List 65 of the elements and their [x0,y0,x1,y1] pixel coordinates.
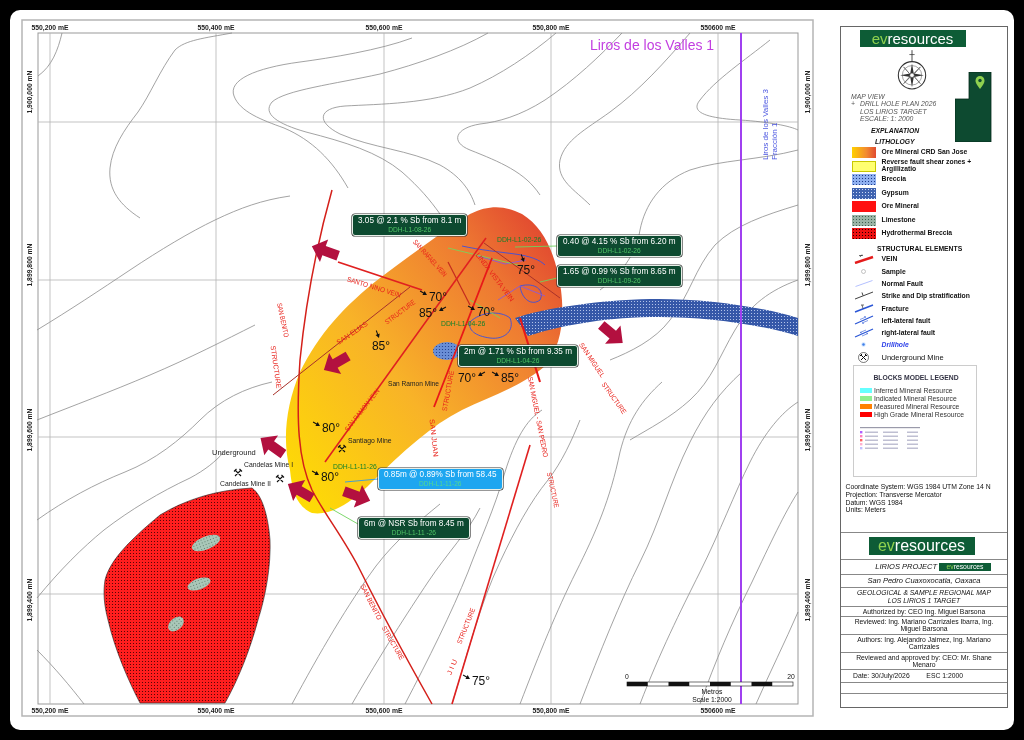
claim-label: Fracción 1 [770,122,779,160]
assay-result: 2m @ 1.71 % Sb from 9.35 m [464,347,572,357]
lithology-swatch [851,201,876,213]
limestone-patch [187,577,211,591]
lithology-swatch [851,160,876,172]
company-logo: evresources [859,29,966,47]
company-logo: evresources [868,536,975,555]
limestone-patch [191,534,221,552]
dip-arrow-icon [311,470,319,475]
strike-dip-icon [853,291,874,301]
assay-result: 6m @ NSR Sb from 8.45 m [364,519,464,529]
dip-arrow-icon [467,305,475,310]
crossed-hammers-icon [233,468,243,477]
dip-arrow-icon [462,674,470,679]
leader-line [329,507,359,525]
dip-angle-label: 70° [428,290,448,305]
compass-rose-icon [897,49,927,90]
fault-arrows-icon [853,327,874,338]
dip-angle-label: 75° [516,263,536,278]
direction-arrow [287,480,315,503]
dip-angle-label: 70° [476,305,496,320]
claim-label: Liros de los Valles 3 [761,89,770,160]
region-shape [955,71,992,142]
dip-arrow-icon [419,290,427,295]
sample-point-icon [861,268,866,274]
direction-arrow [323,351,351,374]
map-pin-icon [975,75,985,89]
crossed-hammers-icon [337,444,347,453]
fault-arrows-icon [853,315,874,326]
fault-line-icon [854,279,873,287]
assay-result: 3.05 @ 2.1 % Sb from 8.1 m [358,216,462,226]
dip-angle-label: 75° [471,674,491,689]
vein-symbol-icon [853,253,874,264]
dip-arrow-icon [520,254,525,262]
dip-arrow-icon [312,421,320,426]
dip-angle-label: 85° [418,306,438,321]
assay-result: 1.65 @ 0.99 % Sb from 8.65 m [563,267,676,277]
lithology-swatch [851,228,876,240]
lithology-swatch [851,147,876,159]
dip-arrow-icon [439,306,447,311]
dip-angle-label: 70° [457,371,477,386]
legend-table-drawing [860,427,920,452]
direction-arrow [260,435,287,459]
dip-arrow-icon [375,330,380,338]
crossed-hammers-icon [275,474,285,483]
assay-result: 0.40 @ 4.15 % Sb from 6.20 m [563,237,676,247]
dip-angle-label: 80° [321,421,341,436]
claim-label: Liros de los Valles 1 [589,37,715,53]
dip-angle-label: 85° [500,371,520,386]
leader-line [539,277,558,283]
crossed-hammers-icon [858,351,869,363]
dip-angle-label: 80° [320,470,340,485]
drillhole-dot-icon [861,342,866,348]
leader-line [514,245,558,248]
lithology-swatch [851,174,876,186]
lithology-swatch [851,214,876,226]
dip-angle-label: 85° [371,339,391,354]
leader-line [344,478,379,483]
limestone-patch [168,616,184,632]
direction-arrow [311,239,340,262]
lithology-swatch [851,187,876,199]
direction-arrow [598,321,623,344]
assay-result: 0.85m @ 0.89% Sb from 58.45 [384,470,497,480]
fracture-icon [853,303,874,313]
direction-arrow [342,485,371,508]
